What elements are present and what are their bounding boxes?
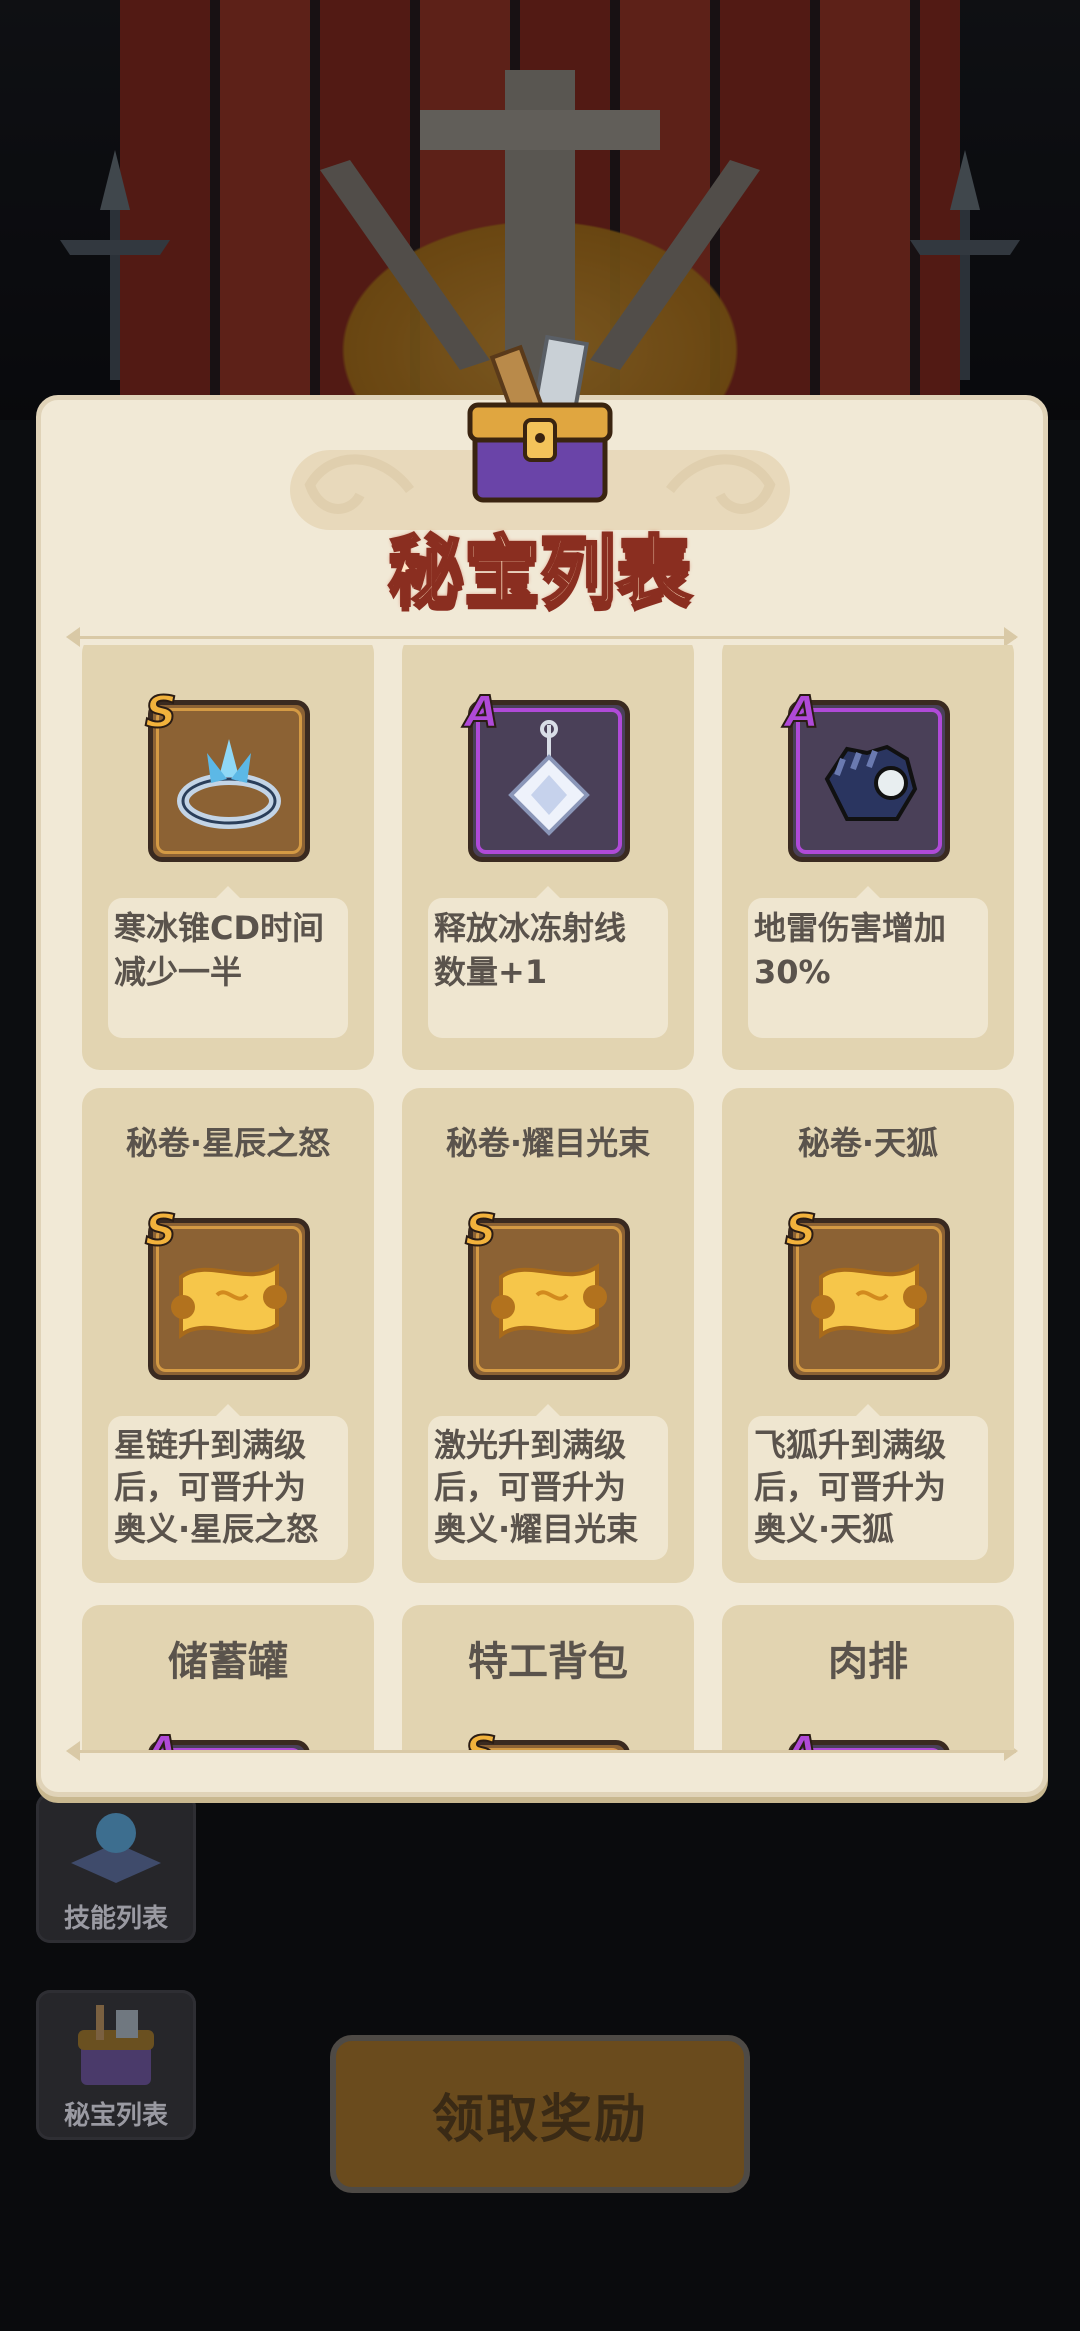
treasure-card[interactable]: 特工背包 S: [402, 1605, 694, 1750]
ice-pendant-icon: [508, 720, 590, 836]
item-name: 特工背包: [468, 1639, 628, 1685]
rank-badge: S: [464, 1726, 498, 1750]
item-frame: S: [144, 686, 310, 862]
treasure-card[interactable]: A 地雷伤害增加 30%: [722, 645, 1014, 1070]
item-name: 秘卷·天狐: [797, 1124, 939, 1162]
treasure-list-button[interactable]: 秘宝列表: [36, 1990, 196, 2140]
divider-left-tip-icon: [66, 1741, 80, 1761]
treasure-card[interactable]: A 释放冰冻射线 数量+1: [402, 645, 694, 1070]
orb-glove-icon: [824, 744, 918, 821]
rank-badge: A: [784, 1726, 820, 1750]
list-top-divider: [76, 636, 1016, 639]
golden-scroll-icon: [811, 1263, 927, 1340]
treasure-list-scroll[interactable]: S 寒冰锥CD时间 减少一半 A 释放冰冻射线 数量+1 A 地雷伤害增加 30…: [82, 645, 1014, 1750]
golden-scroll-icon: [491, 1263, 607, 1340]
item-frame: A: [784, 686, 950, 862]
item-description: 地雷伤害增加 30%: [748, 886, 988, 1038]
golden-scroll-icon: [171, 1263, 287, 1340]
item-frame: S: [144, 1204, 310, 1380]
list-bottom-divider: [76, 1750, 1016, 1753]
divider-left-tip-icon: [66, 627, 80, 647]
panel-title: 秘宝列表: [387, 526, 694, 618]
item-name: 秘卷·星辰之怒: [125, 1124, 331, 1162]
treasure-card[interactable]: 秘卷·天狐 S 飞狐升到满级 后，可晋升为 奥义·天狐: [722, 1088, 1014, 1583]
treasure-card[interactable]: 秘卷·星辰之怒 S 星链升到满级 后，可晋升为 奥义·星辰之怒: [82, 1088, 374, 1583]
item-frame: A: [144, 1726, 310, 1750]
item-description: 释放冰冻射线 数量+1: [428, 886, 668, 1038]
claim-reward-button[interactable]: 领取奖励: [330, 2035, 750, 2193]
treasure-card[interactable]: 秘卷·耀目光束 S 激光升到满级 后，可晋升为 奥义·耀目光束: [402, 1088, 694, 1583]
frost-ring-icon: [177, 739, 281, 829]
item-description: 寒冰锥CD时间 减少一半: [108, 886, 348, 1038]
item-frame: S: [464, 1726, 630, 1750]
item-name: 秘卷·耀目光束: [445, 1124, 651, 1162]
treasure-card[interactable]: 储蓄罐 A: [82, 1605, 374, 1750]
item-frame: S: [784, 1204, 950, 1380]
treasure-chest-icon: [467, 334, 613, 503]
item-description: 飞狐升到满级 后，可晋升为 奥义·天狐: [748, 1404, 988, 1560]
item-name: 储蓄罐: [168, 1639, 288, 1685]
claim-reward-label: 领取奖励: [431, 2089, 648, 2150]
item-frame: A: [784, 1726, 950, 1750]
skill-list-button[interactable]: 技能列表: [36, 1793, 196, 1943]
item-description: 激光升到满级 后，可晋升为 奥义·耀目光束: [428, 1404, 668, 1560]
skill-list-label: 技能列表: [63, 1904, 168, 1934]
divider-right-tip-icon: [1004, 627, 1018, 647]
treasure-card[interactable]: S 寒冰锥CD时间 减少一半: [82, 645, 374, 1070]
item-frame: A: [464, 686, 630, 862]
treasure-card[interactable]: 肉排 A: [722, 1605, 1014, 1750]
item-name: 肉排: [828, 1639, 908, 1685]
treasure-list-label: 秘宝列表: [63, 2101, 168, 2131]
rank-badge: A: [144, 1726, 180, 1750]
spellbook-icon: [71, 1813, 161, 1883]
item-frame: S: [464, 1204, 630, 1380]
item-description: 星链升到满级 后，可晋升为 奥义·星辰之怒: [108, 1404, 348, 1560]
treasure-chest-icon: [78, 2005, 154, 2085]
